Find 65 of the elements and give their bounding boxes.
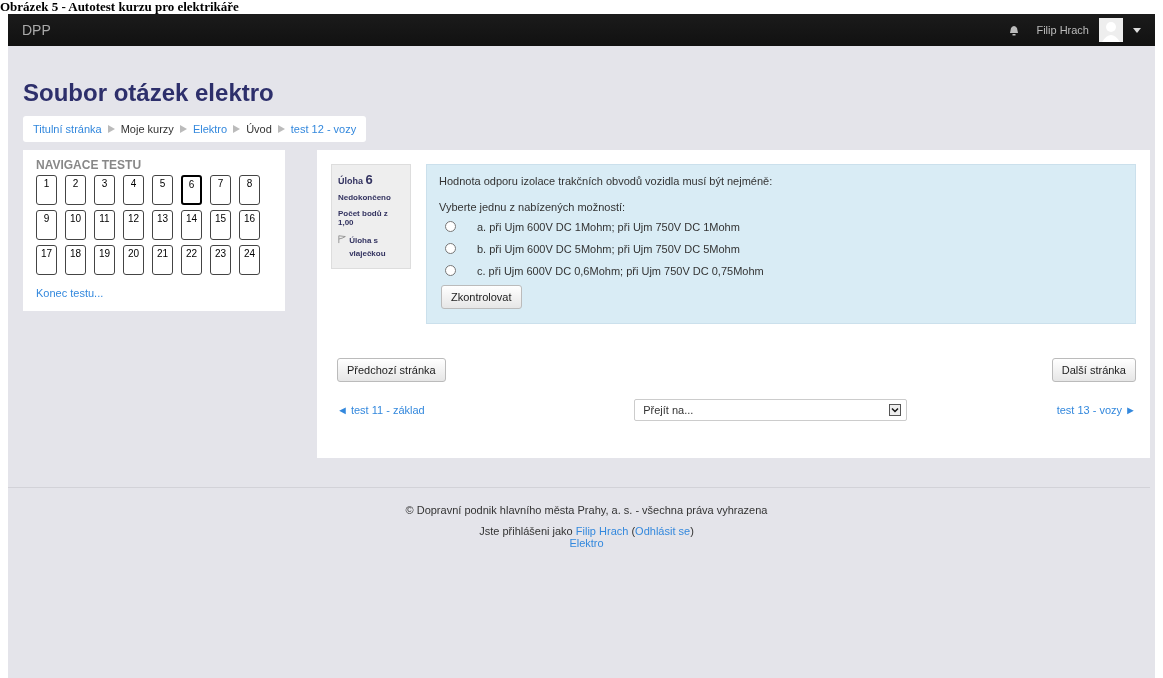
question-button[interactable]: 2 [65,175,86,205]
radio-button[interactable] [445,221,456,232]
breadcrumb-text: Moje kurzy [120,123,174,135]
separator-icon [179,125,187,133]
brand-link[interactable]: DPP [22,22,51,38]
breadcrumb-text: Úvod [246,123,272,135]
question-button[interactable]: 18 [65,245,86,275]
next-page-button[interactable]: Další stránka [1051,358,1136,382]
question-button[interactable]: 17 [36,245,57,275]
question-button[interactable]: 20 [123,245,144,275]
separator-icon [277,125,285,133]
answer-option[interactable]: a. při Ujm 600V DC 1Mohm; při Ujm 750V DC 1Mohm [477,220,740,233]
parenthesis-text: ) [690,525,694,537]
jump-to-select[interactable]: Přejít na... [634,399,908,421]
breadcrumb-link[interactable]: Titulní stránka [33,123,102,135]
answer-option[interactable]: c. při Ujm 600V DC 0,6Mohm; při Ujm 750V DC 0,75Mohm [477,264,764,277]
question-button[interactable]: 3 [94,175,115,205]
copyright-text: © Dopravní podnik hlavního města Prahy, a. s. - všechna práva vyhrazena [405,504,768,516]
question-button[interactable]: 7 [210,175,231,205]
answer-option[interactable]: b. při Ujm 600V DC 5Mohm; při Ujm 750V DC 5Mohm [477,242,740,255]
question-points: Počet bodů z 1,00 [338,209,389,227]
question-button[interactable]: 14 [181,210,202,240]
page-title: Soubor otázek elektro [23,78,275,108]
bell-icon[interactable] [1008,24,1021,36]
question-button[interactable]: 5 [152,175,173,205]
radio-button[interactable] [445,265,456,276]
next-activity-link[interactable]: test 13 - vozy ► [1056,404,1136,416]
breadcrumb-link[interactable]: Elektro [192,123,228,135]
question-button[interactable]: 10 [65,210,86,240]
check-button[interactable]: Zkontrolovat [441,285,522,309]
radio-button[interactable] [445,243,456,254]
login-text: Jste přihlášeni jako [479,525,573,537]
question-button[interactable]: 4 [123,175,144,205]
question-button[interactable]: 13 [152,210,173,240]
question-button[interactable]: 1 [36,175,57,205]
question-button[interactable]: 16 [239,210,260,240]
panel-title: NAVIGACE TESTU [36,158,143,172]
question-button[interactable]: 19 [94,245,115,275]
separator-icon [107,125,115,133]
question-button[interactable]: 23 [210,245,231,275]
question-button[interactable]: 12 [123,210,144,240]
question-button[interactable]: 21 [152,245,173,275]
parenthesis-text: ( [631,525,636,537]
question-heading: Úloha 6 [338,172,374,187]
question-button[interactable]: 9 [36,210,57,240]
question-button[interactable]: 8 [239,175,260,205]
dropdown-arrow-icon[interactable] [889,404,902,416]
finish-test-link[interactable]: Konec testu... [36,287,272,299]
question-text: Hodnota odporu izolace trakčních obvodů vozidla musí být nejméně: [439,175,774,187]
user-name-link[interactable]: Filip Hrach [1036,24,1089,36]
question-status: Nedokončeno [338,193,392,202]
question-button[interactable]: 15 [210,210,231,240]
question-prompt: Vyberte jednu z nabízených možností: [439,201,627,213]
previous-page-button[interactable]: Předchozí stránka [337,358,446,382]
figure-caption: Obrázek 5 - Autotest kurzu pro elektrikáře [0,0,240,14]
separator-icon [233,125,241,133]
previous-activity-link[interactable]: ◄ test 11 - základ [337,404,425,416]
caret-icon[interactable] [1133,27,1141,33]
question-button[interactable]: 6 [181,175,202,205]
question-button[interactable]: 22 [181,245,202,275]
flag-question-link[interactable]: Úloha s vlaječkou [349,234,404,260]
flag-icon[interactable] [338,234,347,244]
question-button[interactable]: 24 [239,245,260,275]
question-button[interactable]: 11 [94,210,115,240]
breadcrumb-link[interactable]: test 12 - vozy [290,123,357,135]
